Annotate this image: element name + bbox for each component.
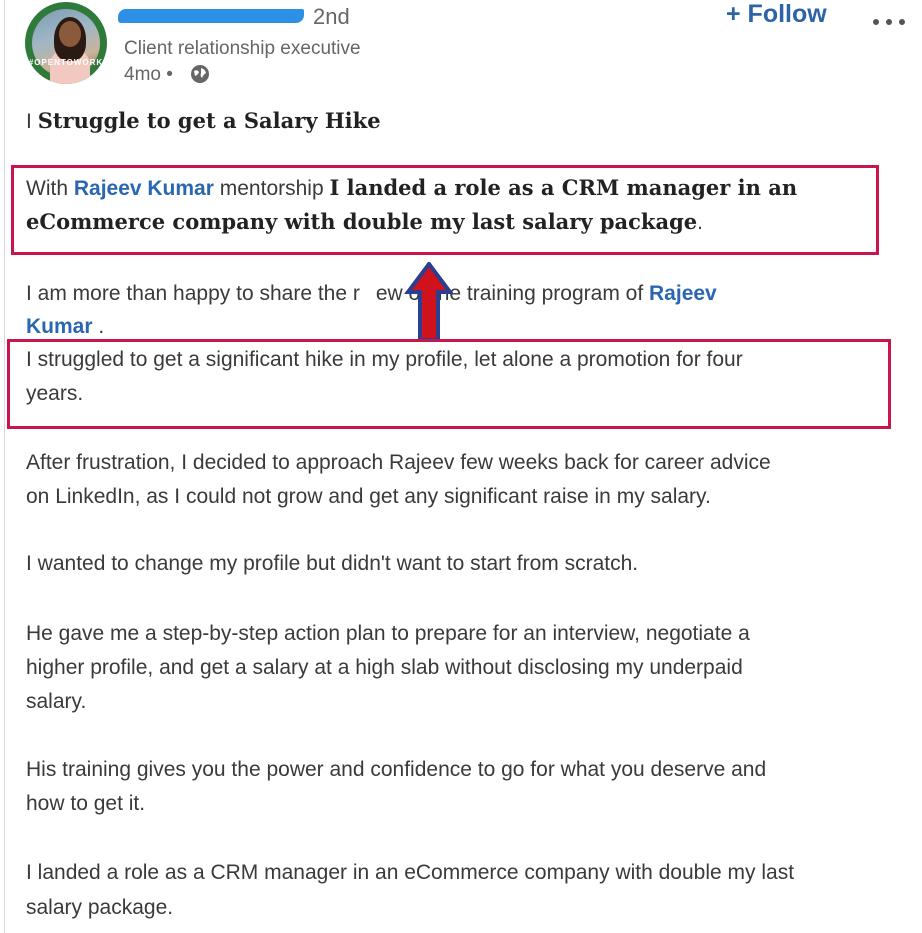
author-name-redaction [118, 9, 304, 23]
up-arrow-annotation [404, 262, 454, 342]
para8-line1: I landed a role as a CRM manager in an e… [26, 861, 795, 884]
follow-button[interactable]: + Follow [726, 0, 827, 29]
para6-line1: He gave me a step-by-step action plan to… [26, 622, 750, 645]
author-headline: Client relationship executive [124, 38, 361, 59]
left-border [4, 0, 5, 933]
post-heading: I Struggle to get a Salary Hike [26, 108, 381, 133]
highlight-box-bottom [7, 339, 891, 429]
para5-line1: I wanted to change my profile but didn't… [26, 552, 639, 575]
post-age: 4mo • [124, 64, 173, 85]
globe-icon [191, 65, 209, 83]
para7-line2: how to get it. [26, 792, 146, 815]
highlight-box-top [11, 165, 879, 255]
open-to-work-badge: #OPENTOWORK [28, 58, 104, 67]
more-options-icon[interactable] [873, 12, 912, 30]
para6-line3: salary. [26, 690, 87, 713]
para2-line1: I am more than happy to share the r ew of… [26, 282, 717, 305]
connection-degree: 2nd [313, 4, 350, 29]
para6-line2: higher profile, and get a salary at a hi… [26, 656, 743, 679]
para8-line2: salary package. [26, 896, 174, 919]
author-avatar[interactable]: #OPENTOWORK [25, 2, 107, 84]
para4-line2: on LinkedIn, as I could not grow and get… [26, 485, 711, 508]
para4-line1: After frustration, I decided to approach… [26, 451, 771, 474]
mention-rajeev[interactable]: Rajeev [649, 282, 717, 305]
para7-line1: His training gives you the power and con… [26, 758, 767, 781]
mention-kumar[interactable]: Kumar [26, 315, 93, 338]
